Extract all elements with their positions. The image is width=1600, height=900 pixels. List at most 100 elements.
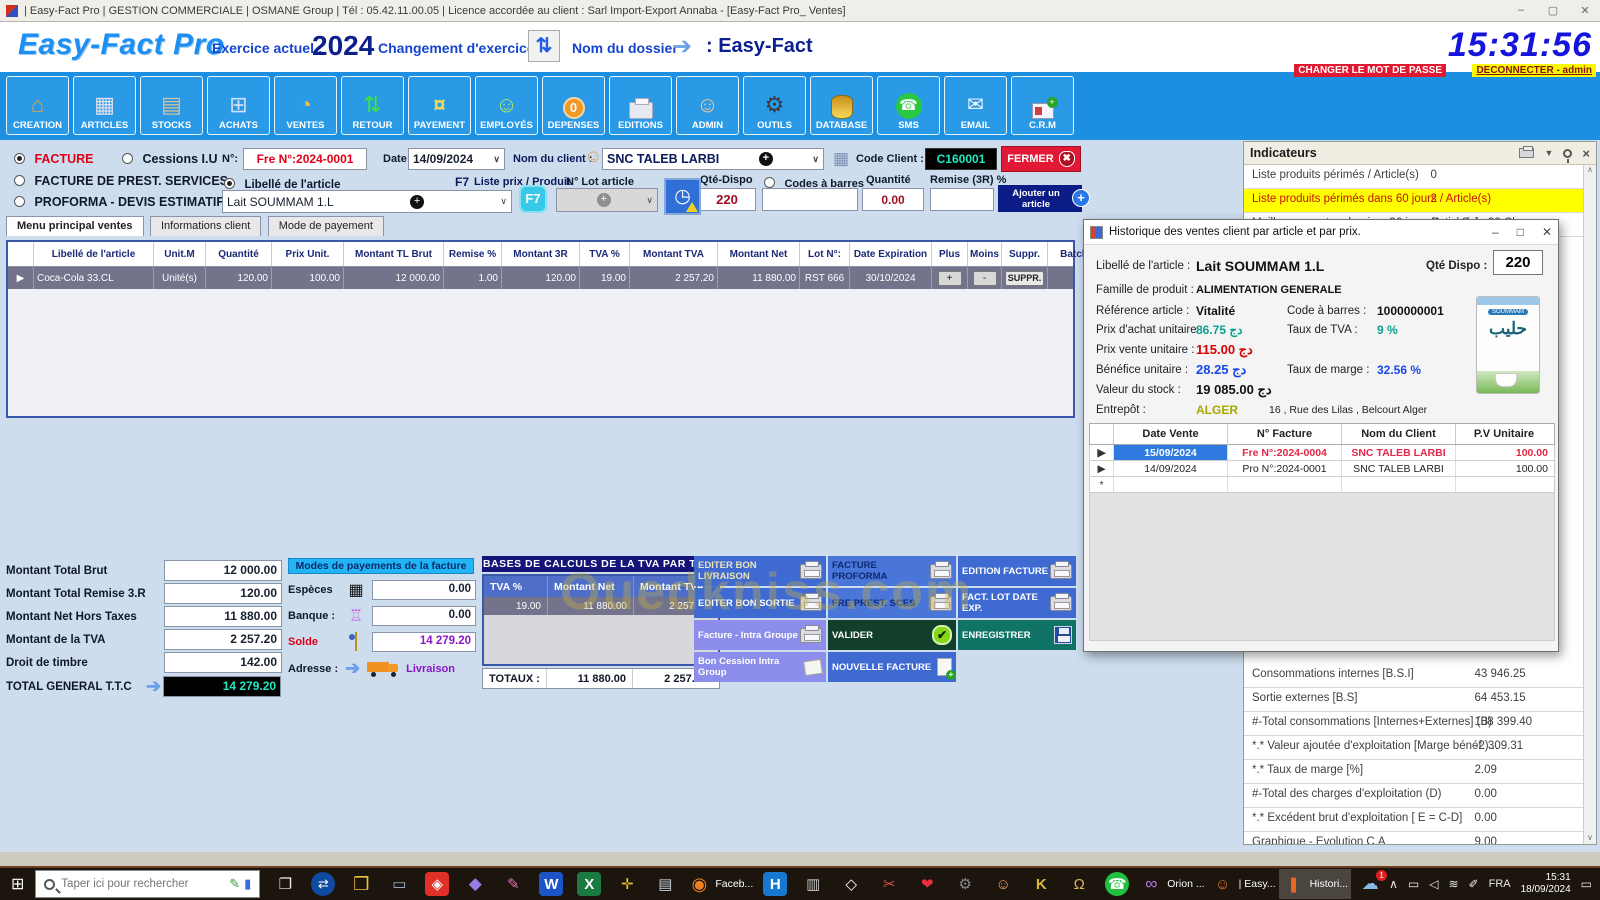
calculator-icon[interactable]: ▦ bbox=[833, 149, 849, 169]
taskbar-app[interactable]: ✛ bbox=[608, 869, 646, 899]
indicator-row[interactable]: Graphique - Evolution C.A 9.00 bbox=[1244, 832, 1583, 844]
taskbar-app[interactable]: ☺ bbox=[984, 869, 1022, 899]
add-client-icon[interactable]: + bbox=[759, 152, 773, 166]
taskbar-app[interactable]: K bbox=[1022, 869, 1060, 899]
taskbar-app[interactable]: H bbox=[756, 869, 794, 899]
doc-type-facture[interactable]: FACTURE bbox=[14, 150, 93, 168]
action-button[interactable]: FACT. LOT DATE EXP. bbox=[958, 588, 1076, 618]
taskbar-app[interactable]: ☎ bbox=[1098, 869, 1136, 899]
doc-type-proforma[interactable]: PROFORMA - DEVIS ESTIMATIF bbox=[14, 193, 224, 211]
toolbar-button[interactable]: ⊞ ACHATS bbox=[207, 76, 270, 135]
maximize-icon[interactable]: ▢ bbox=[1544, 4, 1562, 17]
taskbar-app[interactable]: ☺ | Easy... bbox=[1208, 869, 1279, 899]
change-password-link[interactable]: CHANGER LE MOT DE PASSE bbox=[1294, 64, 1446, 77]
doc-type-prestations[interactable]: FACTURE DE PREST. SERVICES bbox=[14, 172, 228, 190]
taskbar-app[interactable]: ◉ Faceb... bbox=[684, 869, 756, 899]
taskbar-app[interactable]: ◇ bbox=[832, 869, 870, 899]
taskbar-app[interactable]: ⚙ bbox=[946, 869, 984, 899]
quantite-field[interactable]: 0.00 bbox=[862, 188, 924, 211]
change-exercice-icon[interactable]: ⇅ bbox=[528, 30, 560, 62]
banque-value[interactable]: 0.00 bbox=[372, 606, 476, 626]
toolbar-button[interactable]: ☺ EMPLOYÉS bbox=[475, 76, 538, 135]
indicator-row[interactable]: Sortie externes [B.S] 64 453.15 bbox=[1244, 688, 1583, 712]
radio-prestations[interactable] bbox=[14, 175, 25, 186]
toolbar-button[interactable]: ⚙ OUTILS bbox=[743, 76, 806, 135]
taskbar-app[interactable]: ∞ Orion ... bbox=[1136, 869, 1207, 899]
livraison-label[interactable]: Livraison bbox=[406, 663, 455, 675]
indicator-row[interactable]: *.* Taux de marge [%] 2.09 bbox=[1244, 760, 1583, 784]
toolbar-button[interactable]: EDITIONS bbox=[609, 76, 672, 135]
suppr-button[interactable]: SUPPR. bbox=[1005, 271, 1044, 286]
toolbar-button[interactable]: DATABASE bbox=[810, 76, 873, 135]
popup-title-bar[interactable]: Historique des ventes client par article… bbox=[1084, 220, 1558, 245]
taskbar-app[interactable]: W bbox=[532, 869, 570, 899]
tray-clock[interactable]: 15:31 18/09/2024 bbox=[1521, 872, 1571, 896]
toolbar-button[interactable]: ◔ VENTES bbox=[274, 76, 337, 135]
truck-icon[interactable] bbox=[367, 660, 401, 677]
date-combobox[interactable]: 14/09/2024 ∨ bbox=[408, 148, 505, 170]
start-button[interactable]: ⊞ bbox=[0, 868, 35, 900]
invoice-no-field[interactable]: Fre N°:2024-0001 bbox=[243, 148, 367, 170]
indicators-scrollbar[interactable]: ∧ ∨ bbox=[1583, 165, 1596, 844]
toolbar-button[interactable]: 0 DEPENSES bbox=[542, 76, 605, 135]
action-button[interactable]: Bon Cession Intra Group bbox=[694, 652, 826, 682]
action-button[interactable]: FRE PREST. SCES bbox=[828, 588, 956, 618]
minus-button[interactable]: - bbox=[973, 271, 997, 286]
taskbar-app[interactable]: ❐ bbox=[266, 869, 304, 899]
taskbar-app[interactable]: ☁ 1 bbox=[1351, 869, 1389, 899]
items-table-row[interactable]: ▶ Coca-Cola 33.CL Unité(s) 120.00 100.00… bbox=[8, 267, 1073, 289]
taskbar-search[interactable]: ✎ ▮ bbox=[35, 870, 260, 898]
indicator-row[interactable]: Liste produits périmés / Article(s) 0 bbox=[1244, 165, 1583, 189]
radio-facture[interactable] bbox=[14, 153, 25, 164]
indicator-row[interactable]: Consommations internes [B.S.I] 43 946.25 bbox=[1244, 664, 1583, 688]
popup-table-row[interactable]: ▶ 15/09/2024 Fre N°:2024-0004 SNC TALEB … bbox=[1089, 445, 1555, 461]
close-icon[interactable]: × bbox=[1582, 146, 1590, 161]
expiration-alarm-icon[interactable]: ◷ bbox=[664, 178, 701, 215]
pin-icon[interactable] bbox=[1563, 149, 1572, 158]
search-input[interactable] bbox=[61, 878, 221, 890]
chevron-down-icon[interactable]: ∨ bbox=[812, 154, 819, 165]
toolbar-button[interactable]: ▦ ARTICLES bbox=[73, 76, 136, 135]
popup-table-row[interactable]: ▶ 14/09/2024 Pro N°:2024-0001 SNC TALEB … bbox=[1089, 461, 1555, 477]
action-button[interactable]: NOUVELLE FACTURE bbox=[828, 652, 956, 682]
radio-proforma[interactable] bbox=[14, 196, 25, 207]
toolbar-button[interactable]: ▤ STOCKS bbox=[140, 76, 203, 135]
chevron-down-icon[interactable]: ∨ bbox=[646, 195, 653, 206]
chevron-down-icon[interactable]: ▼ bbox=[1544, 148, 1553, 158]
action-button[interactable]: VALIDER bbox=[828, 620, 956, 650]
taskbar-app[interactable]: Ω bbox=[1060, 869, 1098, 899]
taskbar-app[interactable]: ⇄ bbox=[304, 869, 342, 899]
print-icon[interactable] bbox=[1519, 148, 1534, 158]
toolbar-button[interactable]: ⇅ RETOUR bbox=[341, 76, 404, 135]
minimize-icon[interactable]: – bbox=[1512, 4, 1530, 17]
taskbar-app[interactable]: ▥ bbox=[794, 869, 832, 899]
radio-cessions[interactable] bbox=[122, 153, 133, 164]
taskbar-app[interactable]: ▤ bbox=[646, 869, 684, 899]
tva-row[interactable]: 19.00 11 880.00 2 257.20 bbox=[484, 597, 718, 615]
action-button[interactable]: ENREGISTRER bbox=[958, 620, 1076, 650]
language-indicator[interactable]: FRA bbox=[1489, 878, 1511, 890]
action-button[interactable]: EDITION FACTURE bbox=[958, 556, 1076, 586]
tab[interactable]: Informations client bbox=[150, 216, 261, 236]
toolbar-button[interactable]: ☎ SMS bbox=[877, 76, 940, 135]
taskbar-app[interactable]: ◆ bbox=[456, 869, 494, 899]
taskbar-app[interactable]: ▭ bbox=[380, 869, 418, 899]
taskbar-app[interactable]: ◈ bbox=[418, 869, 456, 899]
action-button[interactable]: EDITER BON LIVRAISON bbox=[694, 556, 826, 586]
taskbar-app[interactable]: ✎ bbox=[494, 869, 532, 899]
action-button[interactable]: Facture - Intra Groupe bbox=[694, 620, 826, 650]
action-button[interactable]: EDITER BON SORTIE bbox=[694, 588, 826, 618]
disconnect-link[interactable]: DECONNECTER - admin bbox=[1472, 64, 1596, 77]
toolbar-button[interactable]: ☺ ADMIN bbox=[676, 76, 739, 135]
taskbar-app[interactable]: ❚ Histori... bbox=[1279, 869, 1352, 899]
tab[interactable]: Mode de payement bbox=[268, 216, 384, 236]
minimize-icon[interactable]: – bbox=[1492, 225, 1499, 239]
chevron-down-icon[interactable]: ∨ bbox=[500, 196, 507, 207]
volume-icon[interactable]: ◁ bbox=[1429, 877, 1438, 891]
tab[interactable]: Menu principal ventes bbox=[6, 216, 144, 236]
fermer-button[interactable]: FERMER ✖ bbox=[1001, 146, 1081, 172]
pen-icon[interactable]: ✐ bbox=[1469, 877, 1479, 891]
maximize-icon[interactable]: □ bbox=[1517, 225, 1524, 239]
chevron-down-icon[interactable]: ∨ bbox=[493, 154, 500, 165]
toolbar-button[interactable]: C.R.M bbox=[1011, 76, 1074, 135]
